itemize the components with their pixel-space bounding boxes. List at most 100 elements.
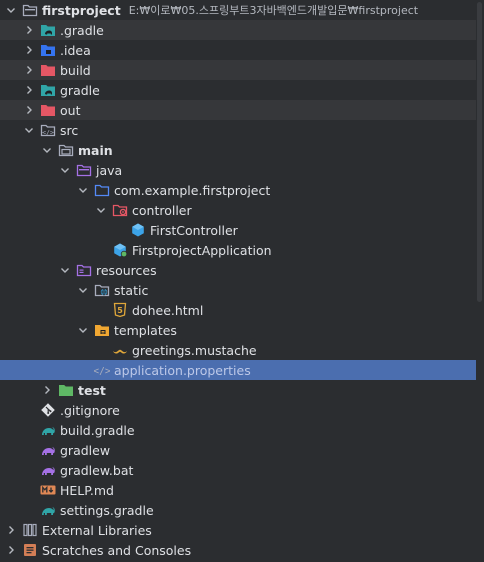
chevron-down-icon[interactable] bbox=[58, 263, 72, 277]
chevron-placeholder bbox=[22, 423, 36, 437]
chevron-down-icon[interactable] bbox=[40, 143, 54, 157]
tree-item-templates[interactable]: templates bbox=[0, 320, 476, 340]
spring-app-icon bbox=[112, 242, 128, 258]
chevron-right-icon[interactable] bbox=[4, 523, 18, 537]
tree-item-label: out bbox=[60, 102, 81, 118]
tree-item-label: dohee.html bbox=[132, 302, 204, 318]
tree-item-resources[interactable]: resources bbox=[0, 260, 476, 280]
tree-item-label: com.example.firstproject bbox=[114, 182, 271, 198]
tree-item-src[interactable]: </> src bbox=[0, 120, 476, 140]
tree-item-firstcontroller[interactable]: FirstController bbox=[0, 220, 476, 240]
tree-item-label: FirstController bbox=[150, 222, 238, 238]
tree-item-com-example-firstproject[interactable]: com.example.firstproject bbox=[0, 180, 476, 200]
tree-item-gradlew[interactable]: gradlew bbox=[0, 440, 476, 460]
chevron-down-icon[interactable] bbox=[76, 183, 90, 197]
chevron-down-icon[interactable] bbox=[22, 123, 36, 137]
chevron-right-icon[interactable] bbox=[22, 63, 36, 77]
tree-item-label: HELP.md bbox=[60, 482, 114, 498]
gradle-file-icon bbox=[40, 422, 56, 438]
chevron-down-icon[interactable] bbox=[76, 283, 90, 297]
tree-item-external-libraries[interactable]: External Libraries bbox=[0, 520, 476, 540]
tree-item-label: controller bbox=[132, 202, 192, 218]
svg-text:5: 5 bbox=[117, 306, 123, 315]
main-folder-icon bbox=[58, 142, 74, 158]
resources-root-icon bbox=[76, 262, 92, 278]
source-folder-icon: </> bbox=[40, 122, 56, 138]
project-path: E:₩이로₩05.스프링부트3자바백엔드개발입문₩firstproject bbox=[128, 4, 419, 17]
tree-item-scratches-and-consoles[interactable]: Scratches and Consoles bbox=[0, 540, 476, 560]
html5-icon: 5 bbox=[112, 302, 128, 318]
tree-item-dohee-html[interactable]: 5 dohee.html bbox=[0, 300, 476, 320]
svg-text:</>: </> bbox=[42, 129, 54, 137]
test-folder-icon bbox=[58, 382, 74, 398]
package-icon bbox=[94, 182, 110, 198]
tree-item-label: templates bbox=[114, 322, 177, 338]
tree-item-build[interactable]: build bbox=[0, 60, 476, 80]
tree-item-label: FirstprojectApplication bbox=[132, 242, 272, 258]
tree-item-application-properties[interactable]: </> application.properties bbox=[0, 360, 476, 380]
tree-item-gradle[interactable]: .gradle bbox=[0, 20, 476, 40]
web-folder-icon bbox=[94, 282, 110, 298]
class-icon bbox=[130, 222, 146, 238]
chevron-down-icon[interactable] bbox=[76, 323, 90, 337]
tree-item-help-md[interactable]: HELP.md bbox=[0, 480, 476, 500]
tree-item-gradle[interactable]: gradle bbox=[0, 80, 476, 100]
tree-item-test[interactable]: test bbox=[0, 380, 476, 400]
chevron-right-icon[interactable] bbox=[22, 103, 36, 117]
tree-item-label: src bbox=[60, 122, 79, 138]
vertical-scrollbar[interactable] bbox=[476, 0, 484, 562]
chevron-placeholder bbox=[22, 443, 36, 457]
chevron-placeholder bbox=[22, 503, 36, 517]
scratches-icon bbox=[22, 542, 38, 558]
excluded-folder-icon bbox=[40, 102, 56, 118]
chevron-placeholder bbox=[94, 343, 108, 357]
controller-package-icon bbox=[112, 202, 128, 218]
libraries-icon bbox=[22, 522, 38, 538]
git-icon bbox=[40, 402, 56, 418]
tree-item-build-gradle[interactable]: build.gradle bbox=[0, 420, 476, 440]
chevron-right-icon[interactable] bbox=[22, 43, 36, 57]
gradle-file-icon bbox=[40, 502, 56, 518]
project-tree: firstproject E:₩이로₩05.스프링부트3자바백엔드개발입문₩fir… bbox=[0, 0, 484, 562]
tree-item-java[interactable]: java bbox=[0, 160, 476, 180]
tree-item-label: .gradle bbox=[60, 22, 104, 38]
tree-item-label: .gitignore bbox=[60, 402, 120, 418]
tree-item-label: External Libraries bbox=[42, 522, 152, 538]
tree-item-static[interactable]: static bbox=[0, 280, 476, 300]
chevron-right-icon[interactable] bbox=[4, 543, 18, 557]
tree-item-out[interactable]: out bbox=[0, 100, 476, 120]
tree-item-main[interactable]: main bbox=[0, 140, 476, 160]
templates-folder-icon bbox=[94, 322, 110, 338]
chevron-right-icon[interactable] bbox=[22, 23, 36, 37]
gradlew-icon bbox=[40, 442, 56, 458]
excluded-folder-icon bbox=[40, 62, 56, 78]
chevron-down-icon[interactable] bbox=[4, 3, 18, 17]
tree-item-firstproject[interactable]: firstproject E:₩이로₩05.스프링부트3자바백엔드개발입문₩fir… bbox=[0, 0, 476, 20]
tree-item-label: gradlew.bat bbox=[60, 462, 134, 478]
mustache-icon bbox=[112, 342, 128, 358]
scrollbar-thumb[interactable] bbox=[477, 2, 482, 302]
gradle-folder-icon bbox=[40, 82, 56, 98]
tree-item-idea[interactable]: .idea bbox=[0, 40, 476, 60]
tree-item-firstprojectapplication[interactable]: FirstprojectApplication bbox=[0, 240, 476, 260]
tree-item-label: test bbox=[78, 382, 106, 398]
tree-item-label: firstproject bbox=[42, 2, 121, 18]
chevron-placeholder bbox=[94, 243, 108, 257]
tree-item-greetings-mustache[interactable]: greetings.mustache bbox=[0, 340, 476, 360]
tree-item-controller[interactable]: controller bbox=[0, 200, 476, 220]
chevron-down-icon[interactable] bbox=[94, 203, 108, 217]
tree-item-label: build.gradle bbox=[60, 422, 135, 438]
tree-item-label: application.properties bbox=[114, 362, 251, 378]
tree-item-gitignore[interactable]: .gitignore bbox=[0, 400, 476, 420]
tree-item-label: main bbox=[78, 142, 113, 158]
tree-item-label: build bbox=[60, 62, 91, 78]
chevron-placeholder bbox=[22, 483, 36, 497]
chevron-down-icon[interactable] bbox=[58, 163, 72, 177]
chevron-right-icon[interactable] bbox=[22, 83, 36, 97]
chevron-placeholder bbox=[112, 223, 126, 237]
chevron-placeholder bbox=[22, 463, 36, 477]
tree-item-settings-gradle[interactable]: settings.gradle bbox=[0, 500, 476, 520]
tree-item-label: settings.gradle bbox=[60, 502, 154, 518]
tree-item-gradlew-bat[interactable]: gradlew.bat bbox=[0, 460, 476, 480]
chevron-right-icon[interactable] bbox=[40, 383, 54, 397]
